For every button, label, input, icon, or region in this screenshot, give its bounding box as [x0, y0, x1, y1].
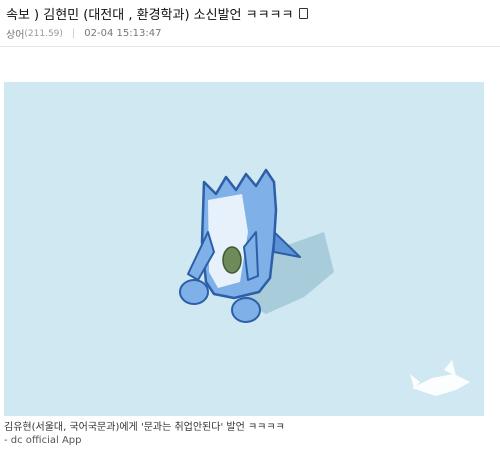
shark-right-foot	[231, 297, 261, 323]
post-image[interactable]	[4, 82, 484, 416]
post-header: 속보 ) 김현민 (대전대 , 환경학과) 소신발언 ㅋㅋㅋㅋ 상어 (211.…	[0, 0, 500, 47]
author-name[interactable]: 상어	[6, 26, 24, 41]
post-meta: 상어 (211.59) | 02-04 15:13:47	[6, 26, 161, 41]
post-datetime: 02-04 15:13:47	[84, 28, 162, 39]
image-caption: 김유현(서울대, 국어국문과)에게 '문과는 취업안된다' 발언 ㅋㅋㅋㅋ	[4, 422, 285, 433]
fish-in-belly	[222, 246, 242, 274]
meta-separator: |	[71, 28, 76, 39]
source-label: - dc official App	[4, 435, 82, 446]
image-attachment-icon	[299, 8, 309, 19]
author-ip: (211.59)	[24, 28, 63, 39]
post-title-row[interactable]: 속보 ) 김현민 (대전대 , 환경학과) 소신발언 ㅋㅋㅋㅋ	[6, 4, 309, 23]
post-title[interactable]: 속보 ) 김현민 (대전대 , 환경학과) 소신발언 ㅋㅋㅋㅋ	[6, 4, 293, 23]
shark-left-foot	[179, 279, 209, 305]
shark-illustration	[4, 82, 484, 416]
